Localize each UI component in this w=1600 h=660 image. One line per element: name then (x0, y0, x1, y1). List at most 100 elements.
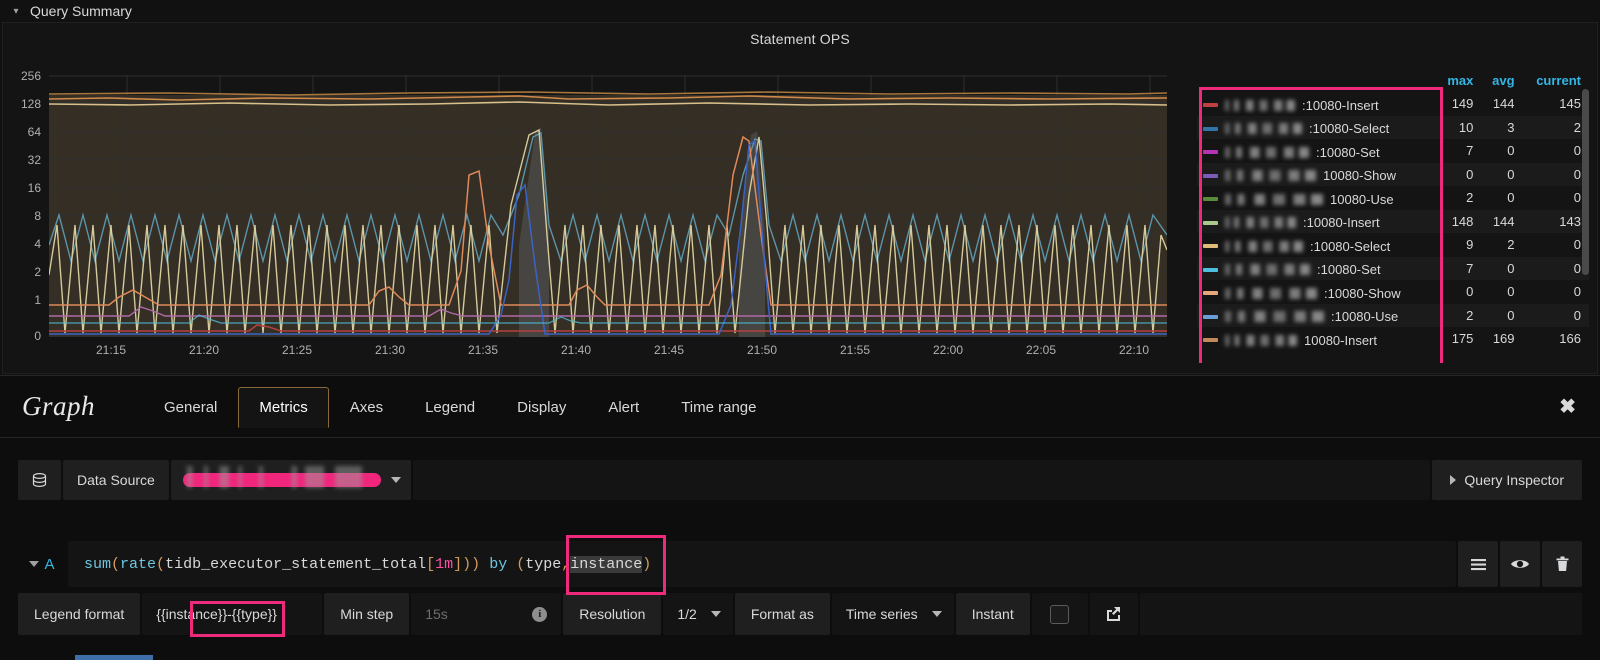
legend-max-value: 148 (1436, 209, 1482, 233)
row-header-query-summary[interactable]: ▾ Query Summary (0, 0, 1600, 22)
chevron-down-icon: ▾ (13, 5, 19, 17)
legend-row[interactable]: 10080-Insert 175 169 166 (1197, 327, 1589, 351)
query-inspector-button[interactable]: Query Inspector (1432, 460, 1582, 500)
query-token: tidb_executor_statement_total (165, 555, 427, 573)
legend[interactable]: max avg current :10080-Insert 149 144 145 :… (1197, 71, 1589, 363)
tab-metrics[interactable]: Metrics (238, 387, 329, 428)
legend-row[interactable]: :10080-Insert 149 144 145 (1197, 92, 1589, 116)
legend-series-cell[interactable]: 10080-Insert (1197, 327, 1436, 351)
legend-series-cell[interactable]: 10080-Use (1197, 186, 1436, 210)
legend-color-swatch[interactable] (1203, 103, 1218, 107)
legend-avg-value: 2 (1507, 237, 1515, 253)
y-axis-tick: 128 (20, 97, 41, 111)
hamburger-icon[interactable] (1458, 541, 1498, 587)
tab-general[interactable]: General (143, 387, 238, 428)
x-axis-tick: 21:55 (839, 343, 871, 357)
legend-ip-redacted (1225, 170, 1316, 181)
legend-series-cell[interactable]: :10080-Use (1197, 303, 1437, 327)
legend-series-cell[interactable]: :10080-Select (1197, 115, 1437, 139)
legend-avg-value: 0 (1481, 162, 1523, 186)
legend-current-value: 166 (1559, 331, 1581, 347)
legend-col-avg[interactable]: avg (1481, 71, 1522, 92)
legend-series-cell[interactable]: :10080-Insert (1197, 209, 1437, 233)
resolution-label: Resolution (563, 593, 662, 635)
x-axis-tick: 22:10 (1118, 343, 1150, 357)
legend-color-swatch[interactable] (1203, 267, 1218, 272)
legend-color-swatch[interactable] (1203, 126, 1218, 131)
query-token: ) (462, 555, 472, 573)
legend-color-swatch[interactable] (1203, 197, 1218, 201)
datasource-select[interactable] (170, 460, 411, 500)
legend-color-swatch[interactable] (1203, 314, 1218, 319)
min-step-input[interactable]: 15s i (411, 593, 562, 635)
tab-time-range[interactable]: Time range (660, 387, 777, 428)
legend-current-value: 143 (1522, 209, 1589, 233)
close-icon[interactable]: ✖ (1559, 397, 1576, 417)
legend-col-current[interactable]: current (1523, 71, 1589, 92)
database-icon (18, 460, 61, 500)
query-expression-input[interactable]: sum(rate(tidb_executor_statement_total[1… (68, 541, 1456, 587)
legend-series-cell[interactable]: :10080-Insert (1197, 92, 1436, 116)
resolution-select[interactable]: 1/2 (663, 593, 733, 635)
y-axis-tick: 64 (27, 125, 41, 139)
legend-color-swatch[interactable] (1203, 244, 1218, 248)
query-ref-toggle[interactable]: A (18, 541, 66, 587)
legend-row[interactable]: 10080-Use 2 0 0 (1197, 186, 1589, 210)
legend-series-cell[interactable]: 10080-Show (1197, 162, 1437, 186)
x-axis-tick: 22:00 (932, 343, 964, 357)
panel-title: Statement OPS (750, 31, 850, 47)
legend-series-cell[interactable]: :10080-Select (1197, 233, 1436, 257)
legend-avg-value: 0 (1481, 256, 1523, 280)
legend-avg-value: 144 (1492, 96, 1515, 112)
legend-row[interactable]: 10080-Show 0 0 0 (1197, 162, 1589, 186)
tab-display[interactable]: Display (496, 387, 587, 428)
format-as-select[interactable]: Time series (831, 593, 954, 635)
resolution-value: 1/2 (677, 606, 697, 622)
tab-alert[interactable]: Alert (587, 387, 660, 428)
instant-checkbox-cell[interactable] (1031, 593, 1088, 635)
legend-row[interactable]: :10080-Select 10 3 2 (1197, 115, 1589, 139)
instant-checkbox[interactable] (1050, 604, 1070, 624)
legend-max-value: 2 (1466, 190, 1474, 206)
legend-row[interactable]: :10080-Use 2 0 0 (1197, 303, 1589, 327)
legend-color-swatch[interactable] (1203, 291, 1218, 295)
query-ref-id: A (44, 555, 55, 573)
legend-row[interactable]: :10080-Select 9 2 0 (1197, 233, 1589, 257)
plot-area[interactable] (49, 75, 1167, 337)
min-step-placeholder: 15s (425, 606, 448, 622)
query-token: type (525, 555, 562, 573)
tab-axes[interactable]: Axes (329, 387, 404, 428)
legend-avg-value: 169 (1492, 331, 1515, 347)
tab-legend[interactable]: Legend (404, 387, 496, 428)
x-axis-tick: 21:25 (281, 343, 313, 357)
legend-col-max[interactable]: max (1436, 71, 1481, 92)
legend-series-cell[interactable]: :10080-Show (1197, 280, 1436, 304)
legend-row[interactable]: :10080-Insert 148 144 143 (1197, 209, 1589, 233)
query-token: rate (120, 555, 157, 573)
info-icon[interactable]: i (532, 606, 548, 622)
legend-series-cell[interactable]: :10080-Set (1197, 139, 1436, 163)
y-axis-tick: 8 (34, 209, 41, 223)
y-axis: 256 128 64 32 16 8 4 2 1 0 (3, 69, 47, 343)
eye-icon[interactable] (1500, 541, 1540, 587)
x-axis-tick: 21:15 (95, 343, 127, 357)
trash-icon[interactable] (1542, 541, 1582, 587)
legend-series-cell[interactable]: :10080-Set (1197, 256, 1437, 280)
query-token: ( (516, 555, 526, 573)
legend-color-swatch[interactable] (1203, 173, 1218, 178)
legend-color-swatch[interactable] (1203, 150, 1218, 154)
query-token: ( (111, 555, 121, 573)
legend-color-swatch[interactable] (1203, 338, 1218, 342)
legend-row[interactable]: :10080-Set 7 0 0 (1197, 139, 1589, 163)
x-axis-tick: 21:50 (746, 343, 778, 357)
legend-max-value: 149 (1451, 96, 1474, 112)
external-link-icon[interactable] (1089, 593, 1138, 635)
legend-ip-redacted (1225, 287, 1317, 299)
legend-format-input[interactable]: {{instance}}-{{type}} (142, 593, 323, 635)
y-axis-tick: 0 (34, 329, 41, 343)
legend-row[interactable]: :10080-Set 7 0 0 (1197, 256, 1589, 280)
query-token: ( (156, 555, 166, 573)
legend-color-swatch[interactable] (1203, 220, 1218, 225)
legend-scrollbar[interactable] (1582, 89, 1589, 275)
legend-row[interactable]: :10080-Show 0 0 0 (1197, 280, 1589, 304)
